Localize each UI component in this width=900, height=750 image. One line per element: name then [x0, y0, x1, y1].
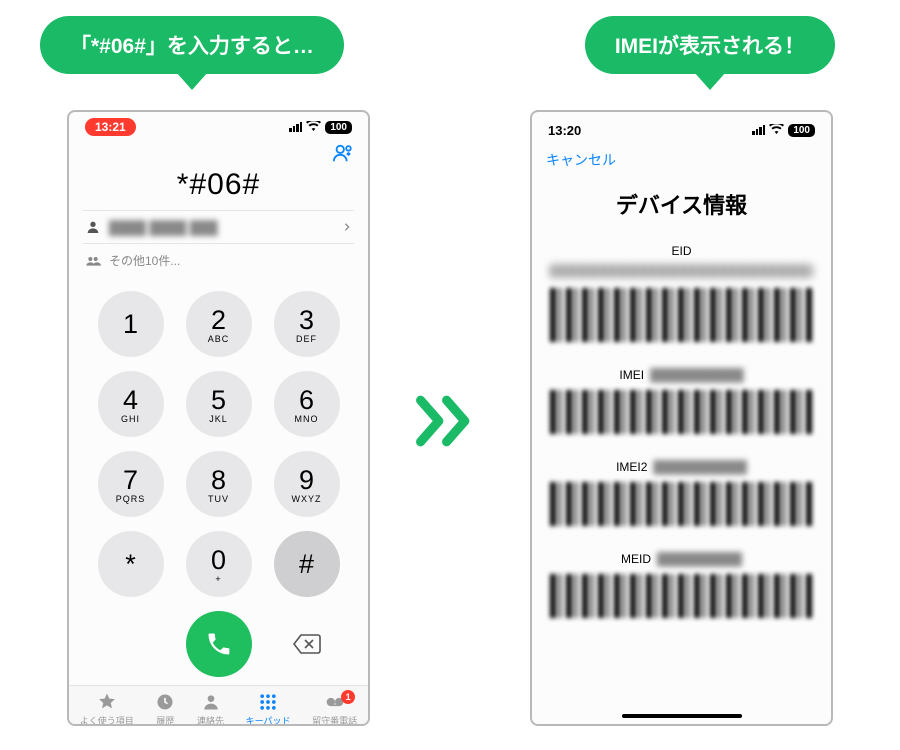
tab-keypad[interactable]: キーパッド — [246, 692, 291, 726]
eid-value-blurred — [550, 264, 813, 278]
imei2-value-blurred: ███████████ — [653, 460, 747, 474]
voicemail-badge: 1 — [341, 690, 355, 704]
key-8[interactable]: 8TUV — [186, 451, 252, 517]
phone-device-info-screen: 13:20 100 キャンセル デバイス情報 EID IMEI█████████… — [530, 110, 833, 726]
key-3[interactable]: 3DEF — [274, 291, 340, 357]
wifi-icon — [306, 120, 321, 135]
suggestion-more-text: その他10件... — [109, 252, 180, 269]
contact-share-icon[interactable] — [332, 142, 354, 164]
field-imei-label: IMEI███████████ — [550, 362, 813, 382]
tab-label: 留守番電話 — [312, 714, 357, 726]
tab-recents[interactable]: 履歴 — [155, 692, 175, 726]
status-time: 13:20 — [548, 123, 581, 138]
key-6[interactable]: 6MNO — [274, 371, 340, 437]
field-eid-label: EID — [550, 238, 813, 258]
arrow-chevrons — [413, 395, 475, 447]
meid-value-blurred: ██████████ — [657, 552, 742, 566]
tab-contacts[interactable]: 連絡先 — [197, 692, 224, 726]
eid-barcode — [550, 288, 813, 342]
dialed-number: *#06# — [83, 164, 354, 210]
speech-bubble-left: 「*#06#」を入力すると… — [40, 16, 344, 74]
tab-bar: よく使う項目 履歴 連絡先 キーパッド 1 留守番電話 — [69, 685, 368, 726]
call-button[interactable] — [186, 611, 252, 677]
chevron-right-icon — [439, 395, 475, 447]
speech-bubble-right: IMEIが表示される！ — [585, 16, 835, 74]
suggestion-blurred: ████ ████ ███ — [109, 220, 334, 235]
status-time-recording: 13:21 — [85, 118, 136, 136]
key-7[interactable]: 7PQRS — [98, 451, 164, 517]
suggestion-row[interactable]: ████ ████ ███ — [83, 210, 354, 243]
delete-button[interactable] — [274, 611, 340, 677]
field-imei2-label: IMEI2███████████ — [550, 454, 813, 474]
keypad: 1 2ABC 3DEF 4GHI 5JKL 6MNO 7PQRS 8TUV 9WXYZ * 0+ # — [69, 277, 368, 597]
person-icon — [85, 219, 101, 235]
field-meid-label: MEID██████████ — [550, 546, 813, 566]
key-2[interactable]: 2ABC — [186, 291, 252, 357]
meid-barcode — [550, 574, 813, 618]
imei-barcode — [550, 390, 813, 434]
suggestion-more-row[interactable]: その他10件... — [83, 243, 354, 277]
battery-level: 100 — [788, 124, 815, 137]
tab-label: よく使う項目 — [80, 714, 134, 726]
battery-level: 100 — [325, 121, 352, 134]
status-bar: 13:21 100 — [69, 112, 368, 136]
key-0[interactable]: 0+ — [186, 531, 252, 597]
status-bar: 13:20 100 — [532, 112, 831, 142]
cancel-button[interactable]: キャンセル — [546, 146, 817, 170]
tab-favorites[interactable]: よく使う項目 — [80, 692, 134, 726]
device-info-title: デバイス情報 — [532, 174, 831, 238]
signal-icon — [289, 122, 302, 132]
tab-label: 連絡先 — [197, 714, 224, 726]
wifi-icon — [769, 123, 784, 138]
key-9[interactable]: 9WXYZ — [274, 451, 340, 517]
key-star[interactable]: * — [98, 531, 164, 597]
signal-icon — [752, 125, 765, 135]
key-1[interactable]: 1 — [98, 291, 164, 357]
home-indicator — [622, 714, 742, 718]
tab-label: キーパッド — [246, 714, 291, 726]
tab-voicemail[interactable]: 1 留守番電話 — [312, 692, 357, 726]
key-hash[interactable]: # — [274, 531, 340, 597]
imei-value-blurred: ███████████ — [650, 368, 744, 382]
key-4[interactable]: 4GHI — [98, 371, 164, 437]
tab-label: 履歴 — [156, 714, 174, 726]
imei2-barcode — [550, 482, 813, 526]
key-5[interactable]: 5JKL — [186, 371, 252, 437]
phone-dialer-screen: 13:21 100 *#06# ████ ████ ███ その他10件... … — [67, 110, 370, 726]
people-icon — [85, 255, 101, 267]
chevron-right-icon — [342, 222, 352, 232]
